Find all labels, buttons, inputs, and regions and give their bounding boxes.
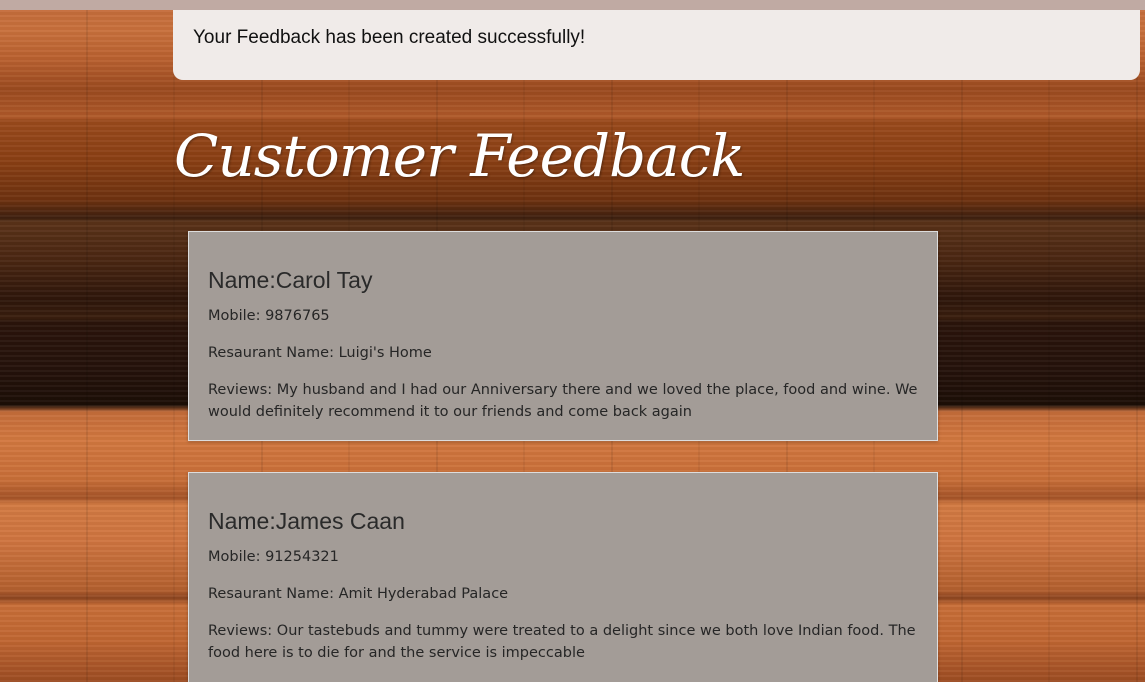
reviews-label: Reviews: [208, 382, 277, 398]
name-label: Name: [208, 267, 276, 293]
name-label: Name: [208, 508, 276, 534]
feedback-restaurant: Resaurant Name: Luigi's Home [208, 342, 918, 364]
feedback-restaurant: Resaurant Name: Amit Hyderabad Palace [208, 583, 918, 605]
success-alert: Your Feedback has been created successfu… [173, 10, 1140, 80]
feedback-card: Name:Carol Tay Mobile: 9876765 Resaurant… [188, 231, 938, 441]
mobile-label: Mobile: [208, 549, 266, 565]
restaurant-value: Luigi's Home [338, 345, 432, 361]
mobile-value: 91254321 [265, 549, 339, 565]
restaurant-label: Resaurant Name: [208, 345, 339, 361]
reviews-label: Reviews: [208, 623, 277, 639]
top-bar [0, 0, 1145, 10]
feedback-name: Name:Carol Tay [208, 262, 918, 298]
feedback-mobile: Mobile: 9876765 [208, 305, 918, 327]
feedback-review: Reviews: My husband and I had our Annive… [208, 379, 918, 423]
page-title: Customer Feedback [174, 122, 745, 190]
mobile-label: Mobile: [208, 308, 266, 324]
name-value: James Caan [275, 508, 405, 534]
feedback-review: Reviews: Our tastebuds and tummy were tr… [208, 620, 918, 664]
restaurant-value: Amit Hyderabad Palace [338, 586, 509, 602]
name-value: Carol Tay [275, 267, 373, 293]
review-value: Our tastebuds and tummy were treated to … [208, 623, 916, 661]
feedback-name: Name:James Caan [208, 503, 918, 539]
feedback-card: Name:James Caan Mobile: 91254321 Resaura… [188, 472, 938, 682]
restaurant-label: Resaurant Name: [208, 586, 339, 602]
review-value: My husband and I had our Anniversary the… [208, 382, 918, 420]
feedback-mobile: Mobile: 91254321 [208, 546, 918, 568]
success-alert-message: Your Feedback has been created successfu… [193, 27, 586, 48]
mobile-value: 9876765 [265, 308, 330, 324]
